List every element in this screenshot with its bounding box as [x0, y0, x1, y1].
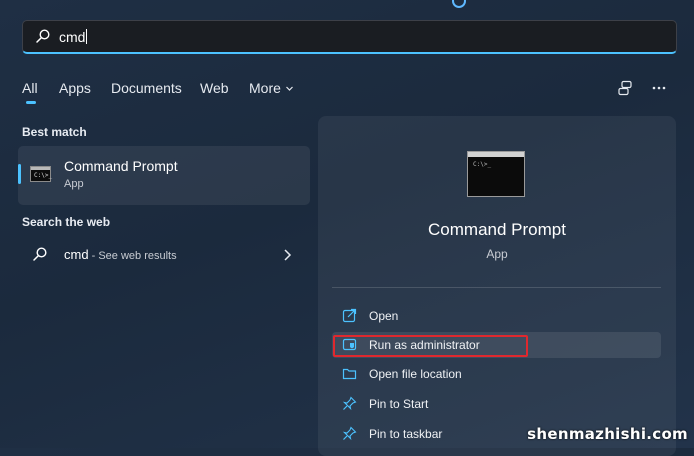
command-prompt-large-icon: C:\>_ [467, 151, 525, 197]
tab-more[interactable]: More [249, 80, 294, 96]
section-search-web: Search the web [22, 215, 111, 229]
pin-icon [342, 426, 357, 441]
web-result-text: cmd - See web results [64, 247, 177, 262]
selection-indicator [18, 164, 21, 184]
best-match-kind: App [64, 178, 84, 190]
chevron-down-icon [285, 86, 293, 91]
pin-icon [342, 396, 357, 411]
cortana-ring-icon [452, 0, 466, 8]
highlight-box [333, 335, 528, 357]
open-external-icon [342, 308, 357, 323]
section-best-match: Best match [22, 125, 87, 139]
tab-more-label: More [249, 80, 281, 96]
divider [332, 287, 661, 288]
search-icon [36, 29, 50, 43]
tab-active-indicator [26, 101, 36, 104]
share-icon[interactable] [617, 80, 635, 96]
tab-documents[interactable]: Documents [111, 80, 182, 96]
action-label: Pin to Start [369, 397, 429, 411]
search-box[interactable]: cmd [22, 20, 677, 54]
search-icon [33, 247, 47, 261]
tab-apps[interactable]: Apps [59, 80, 91, 96]
folder-icon [342, 368, 357, 380]
web-result-suffix: - See web results [88, 250, 177, 262]
best-match-item[interactable]: C:\>_ Command Prompt App [18, 146, 310, 205]
action-label: Open [369, 309, 399, 323]
detail-subtitle: App [486, 247, 508, 261]
detail-title: Command Prompt [428, 220, 566, 239]
action-pin-to-start[interactable]: Pin to Start [332, 391, 661, 417]
action-label: Pin to taskbar [369, 427, 443, 441]
ellipsis-icon[interactable] [651, 80, 667, 96]
search-input[interactable]: cmd [59, 29, 88, 45]
command-prompt-icon: C:\>_ [30, 166, 52, 182]
best-match-name: Command Prompt [64, 158, 178, 174]
detail-panel: C:\>_ Command Prompt App Open Run as adm… [318, 116, 676, 456]
tab-web[interactable]: Web [200, 80, 229, 96]
chevron-right-icon[interactable] [282, 248, 292, 262]
action-open[interactable]: Open [332, 303, 661, 329]
tab-all[interactable]: All [22, 80, 38, 96]
web-result-item[interactable]: cmd - See web results [18, 238, 310, 272]
action-label: Open file location [369, 367, 462, 381]
watermark: shenmazhishi.com [527, 425, 688, 443]
web-query: cmd [64, 247, 89, 262]
action-open-file-location[interactable]: Open file location [332, 361, 661, 387]
